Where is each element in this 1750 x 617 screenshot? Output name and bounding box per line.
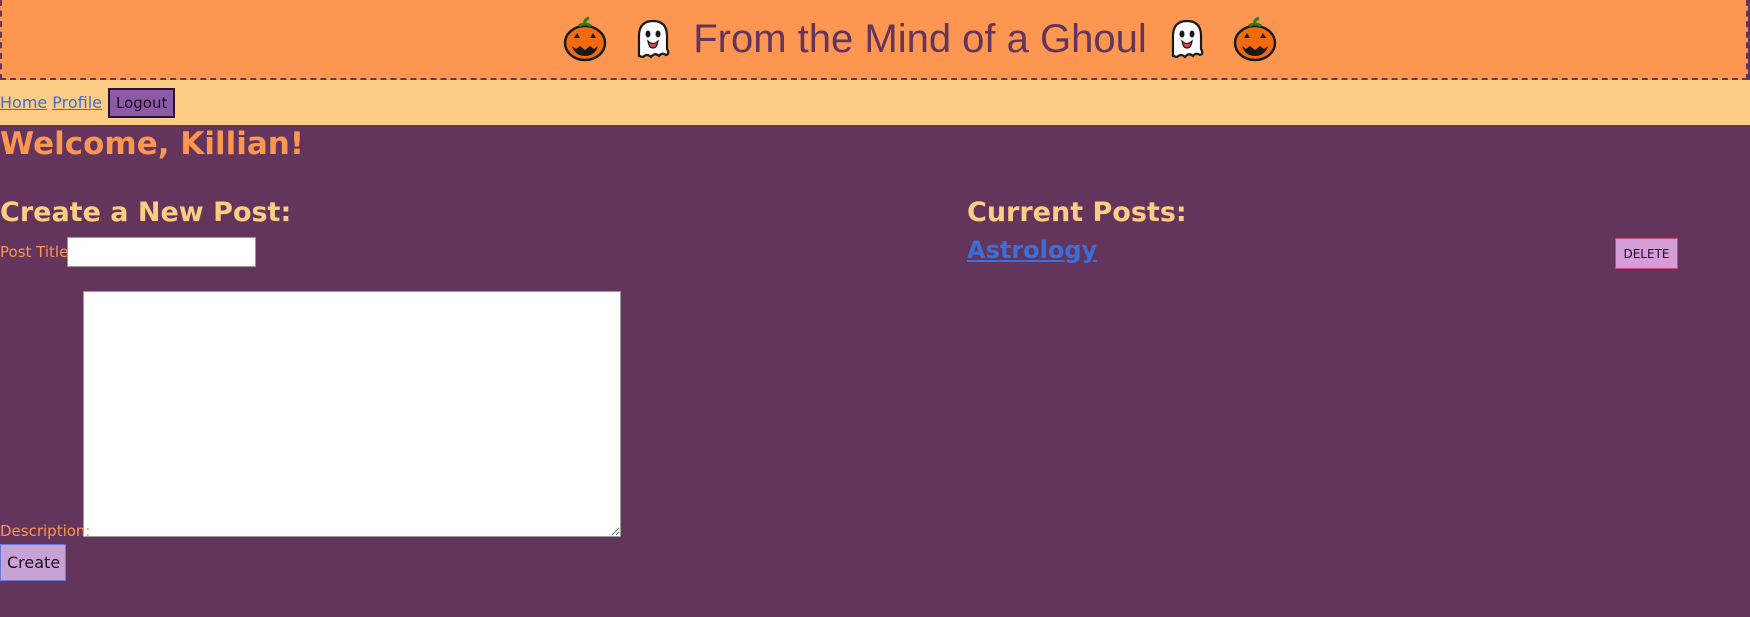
- post-title-input[interactable]: [67, 237, 256, 267]
- delete-post-button[interactable]: DELETE: [1615, 238, 1678, 269]
- header-banner: From the Mind of a Ghoul: [551, 16, 1289, 62]
- jack-o-lantern-icon: [1232, 16, 1278, 62]
- post-title-label: Post Title:: [0, 243, 74, 261]
- description-label: Description:: [0, 522, 91, 540]
- nav-bar: Home Profile Logout: [0, 80, 1750, 125]
- ghost-icon: [630, 16, 676, 62]
- current-posts-heading: Current Posts:: [967, 197, 1187, 228]
- jack-o-lantern-icon: [562, 16, 608, 62]
- site-title: From the Mind of a Ghoul: [693, 16, 1147, 61]
- description-textarea[interactable]: [83, 291, 621, 537]
- create-post-heading: Create a New Post:: [0, 197, 292, 228]
- site-header: From the Mind of a Ghoul: [0, 0, 1748, 80]
- welcome-heading: Welcome, Killian!: [0, 126, 304, 162]
- nav-link-profile[interactable]: Profile: [52, 93, 102, 112]
- nav-link-home[interactable]: Home: [0, 93, 47, 112]
- create-post-button[interactable]: Create: [0, 544, 66, 581]
- post-link[interactable]: Astrology: [967, 236, 1097, 264]
- logout-button[interactable]: Logout: [108, 87, 176, 118]
- ghost-icon: [1164, 16, 1210, 62]
